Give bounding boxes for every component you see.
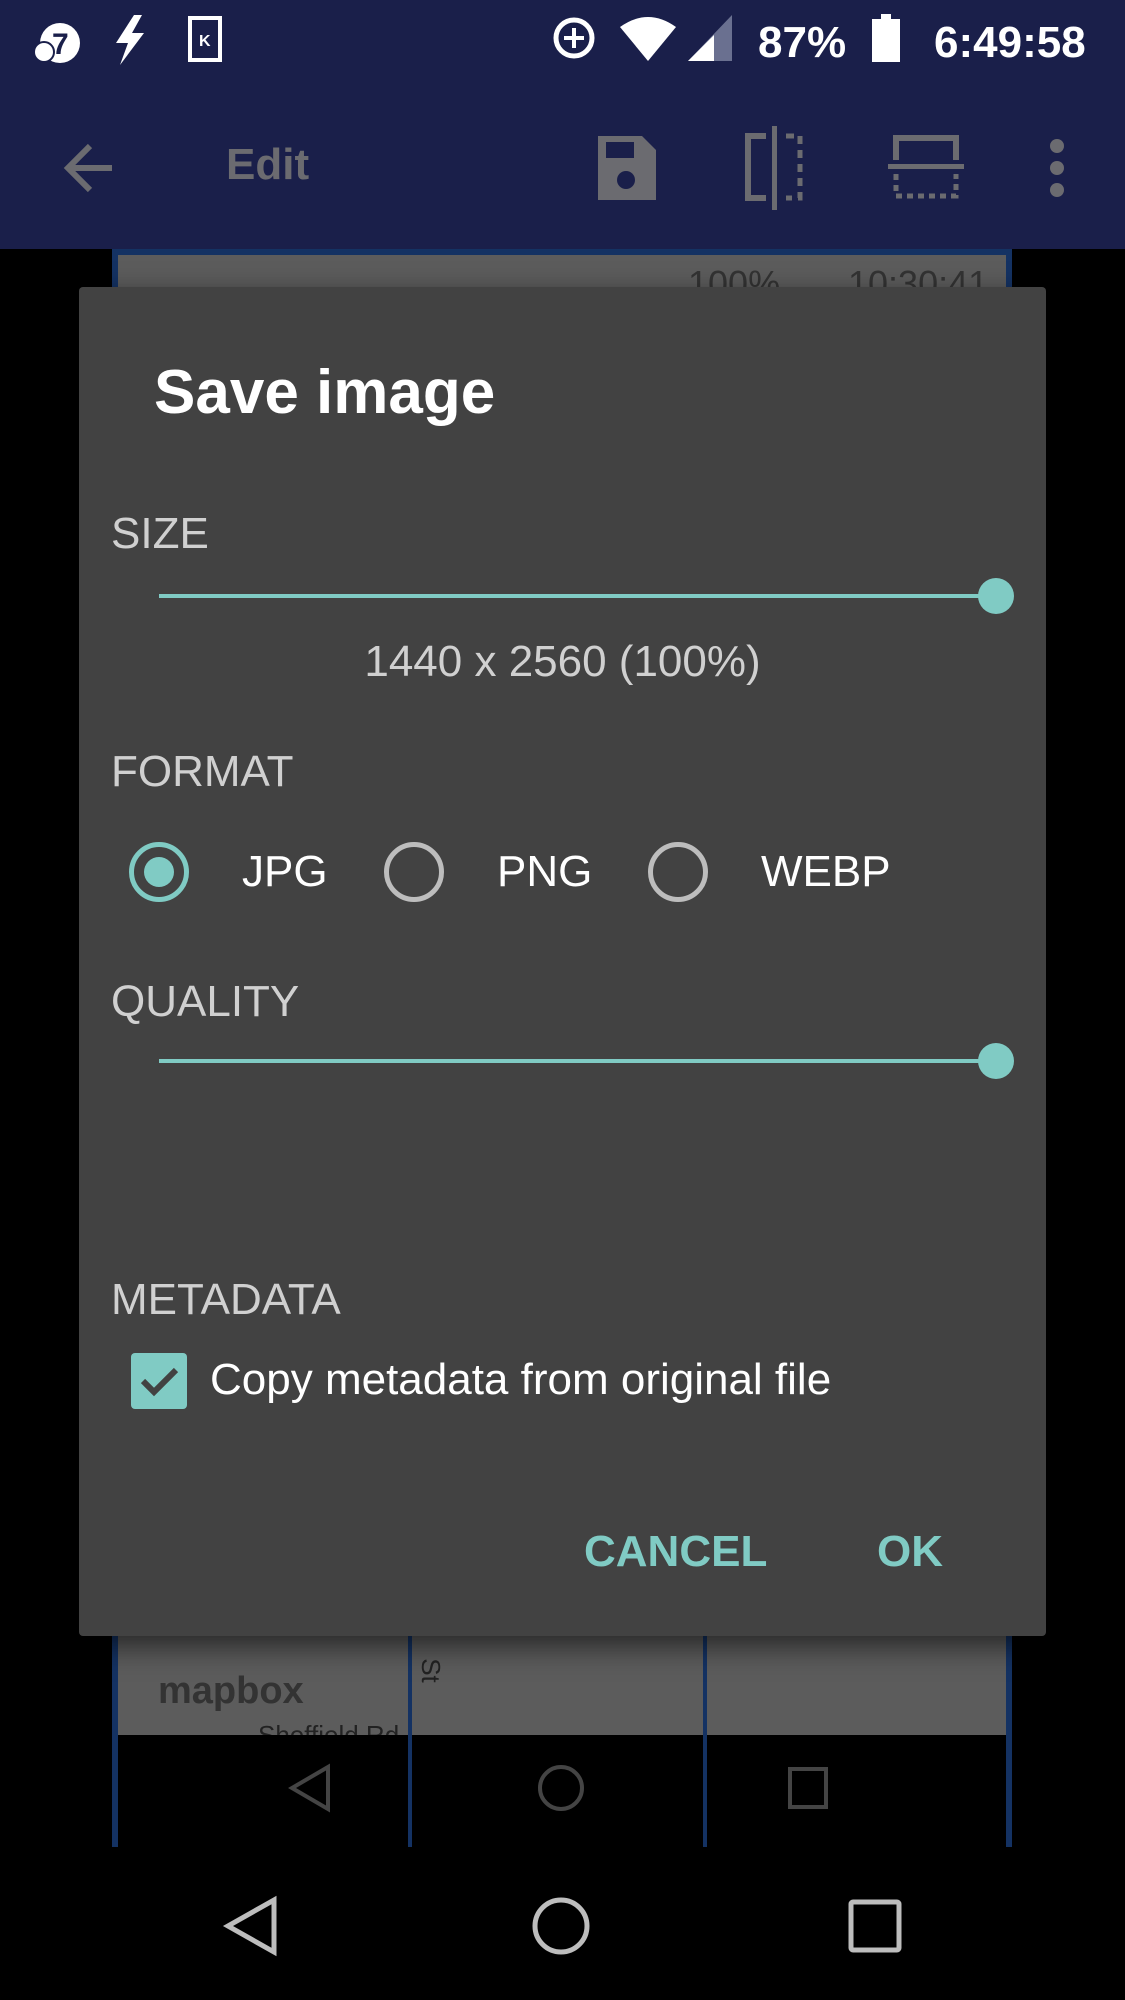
svg-text:K: K	[199, 33, 211, 50]
flip-horizontal-icon[interactable]	[742, 126, 808, 210]
more-vert-icon[interactable]	[1042, 136, 1072, 200]
metadata-checkbox-label[interactable]: Copy metadata from original file	[210, 1355, 831, 1405]
map-label: St	[415, 1658, 446, 1683]
format-label: FORMAT	[111, 747, 294, 796]
battery-percent: 87%	[758, 18, 847, 67]
abc7-icon: 7	[33, 23, 80, 63]
inner-home-icon	[538, 1765, 584, 1811]
quality-slider-thumb[interactable]	[978, 1043, 1014, 1079]
ok-button[interactable]: OK	[877, 1527, 943, 1577]
flip-vertical-icon[interactable]	[888, 132, 964, 200]
metadata-label: METADATA	[111, 1275, 341, 1324]
size-label: SIZE	[111, 509, 209, 558]
save-image-dialog: Save image SIZE 1440 x 2560 (100%) FORMA…	[79, 287, 1046, 1636]
nav-back-icon[interactable]	[222, 1895, 280, 1957]
back-arrow-icon[interactable]	[60, 138, 120, 198]
nav-home-icon[interactable]	[531, 1896, 591, 1956]
radio-jpg-label[interactable]: JPG	[242, 847, 328, 897]
quality-slider-track[interactable]	[159, 1059, 996, 1063]
size-slider-track[interactable]	[159, 594, 996, 598]
cancel-button[interactable]: CANCEL	[584, 1527, 767, 1577]
size-readout: 1440 x 2560 (100%)	[364, 637, 761, 686]
flash-icon	[116, 15, 144, 65]
svg-text:7: 7	[52, 28, 69, 61]
k-app-icon: K	[188, 16, 222, 62]
radio-webp[interactable]	[648, 842, 708, 902]
data-saver-icon	[553, 17, 595, 59]
wifi-icon	[620, 17, 676, 61]
app-toolbar: Edit	[0, 90, 1125, 249]
size-slider-thumb[interactable]	[978, 578, 1014, 614]
metadata-checkbox[interactable]	[131, 1353, 187, 1409]
save-icon[interactable]	[594, 132, 658, 204]
signal-icon	[688, 15, 732, 61]
radio-png[interactable]	[384, 842, 444, 902]
toolbar-title: Edit	[226, 140, 310, 189]
radio-webp-label[interactable]: WEBP	[761, 847, 891, 897]
mapbox-logo: mapbox	[158, 1670, 304, 1712]
inner-back-icon	[288, 1763, 330, 1813]
battery-icon	[872, 14, 900, 62]
quality-label: QUALITY	[111, 977, 300, 1026]
radio-png-label[interactable]: PNG	[497, 847, 592, 897]
nav-recents-icon[interactable]	[848, 1899, 902, 1953]
clock: 6:49:58	[934, 18, 1086, 67]
navigation-bar	[0, 1855, 1125, 2000]
inner-recents-icon	[788, 1767, 828, 1809]
status-bar: 7 K 87% 6:49:58	[0, 0, 1125, 90]
radio-jpg[interactable]	[129, 842, 189, 902]
dialog-title: Save image	[154, 358, 496, 427]
